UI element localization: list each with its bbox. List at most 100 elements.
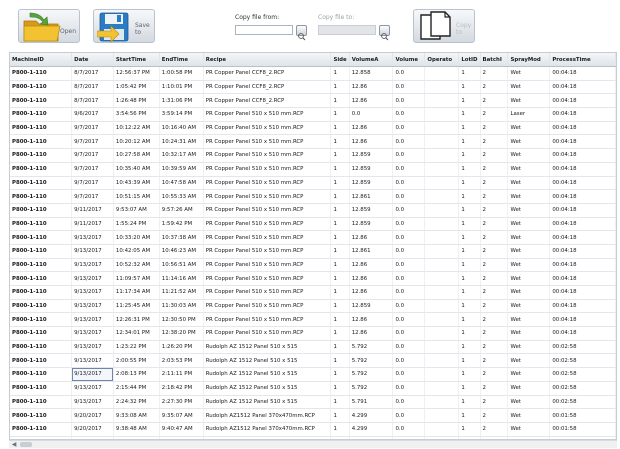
table-cell[interactable]: 12.86 bbox=[349, 230, 394, 245]
table-cell[interactable]: 1 bbox=[458, 230, 481, 245]
table-cell[interactable]: 9:33:08 AM bbox=[113, 408, 160, 423]
table-cell[interactable]: 00:04:18 bbox=[549, 230, 616, 245]
table-cell[interactable]: P800-1-110 bbox=[10, 148, 73, 163]
table-row[interactable]: P800-1-110 9/7/2017 10:51:15 AM 10:55:33 AM… bbox=[10, 189, 616, 204]
table-cell[interactable] bbox=[424, 162, 460, 177]
table-cell[interactable]: 1 bbox=[330, 148, 350, 163]
table-cell[interactable]: PR Copper Panel 510 x 510 mm.RCP bbox=[203, 203, 332, 218]
table-cell[interactable]: PR Copper Panel CCF8_2.RCP bbox=[203, 93, 332, 109]
table-cell[interactable]: 2 bbox=[480, 230, 509, 245]
table-cell[interactable]: 1 bbox=[330, 408, 350, 423]
table-row[interactable]: P800-1-110 9/6/2017 3:54:56 PM 3:59:14 PM PR… bbox=[10, 107, 616, 122]
table-cell[interactable]: 0.0 bbox=[392, 203, 426, 218]
table-cell[interactable]: 1 bbox=[458, 148, 481, 163]
table-cell[interactable]: 1 bbox=[330, 121, 350, 136]
table-cell[interactable]: 12.859 bbox=[349, 148, 394, 163]
table-cell[interactable]: 0.0 bbox=[392, 162, 426, 177]
table-cell[interactable]: 1 bbox=[458, 93, 481, 109]
table-cell[interactable]: 12.859 bbox=[349, 203, 394, 218]
table-cell[interactable]: Wet bbox=[507, 189, 551, 204]
table-cell[interactable]: Wet bbox=[507, 299, 551, 314]
table-cell[interactable]: 1 bbox=[458, 285, 481, 300]
table-cell[interactable]: 9/13/2017 bbox=[71, 326, 114, 341]
table-cell[interactable]: 11:09:57 AM bbox=[113, 271, 160, 286]
table-cell[interactable]: P800-1-110 bbox=[10, 299, 73, 314]
table-cell[interactable]: 10:56:51 AM bbox=[159, 258, 204, 273]
table-cell[interactable]: 10:39:59 AM bbox=[159, 162, 204, 177]
table-cell[interactable]: 10:55:33 AM bbox=[159, 189, 204, 204]
horizontal-scrollbar[interactable]: ◀ bbox=[9, 440, 617, 448]
table-row[interactable]: P800-1-110 9/13/2017 11:25:45 AM 11:30:03 A… bbox=[10, 299, 616, 314]
table-cell[interactable]: 0.0 bbox=[392, 285, 426, 300]
table-cell[interactable] bbox=[424, 203, 460, 218]
table-cell[interactable]: PR Copper Panel 510 x 510 mm.RCP bbox=[203, 148, 332, 163]
table-cell[interactable] bbox=[424, 367, 460, 382]
table-cell[interactable]: 12.859 bbox=[349, 217, 394, 232]
table-row[interactable]: P800-1-110 9/11/2017 9:53:07 AM 9:57:26 AM P… bbox=[10, 203, 616, 218]
table-cell[interactable]: 1 bbox=[330, 395, 350, 410]
table-row[interactable]: P800-1-110 9/7/2017 10:20:12 AM 10:24:31 AM… bbox=[10, 134, 616, 150]
table-cell[interactable]: PR Copper Panel 510 x 510 mm.RCP bbox=[203, 189, 332, 204]
table-cell[interactable]: P800-1-110 bbox=[10, 121, 73, 136]
table-cell[interactable]: Laser bbox=[507, 107, 551, 122]
table-cell[interactable]: 2:15:44 PM bbox=[113, 381, 160, 396]
table-cell[interactable]: Wet bbox=[507, 162, 551, 177]
table-cell[interactable]: 2 bbox=[480, 148, 509, 163]
table-cell[interactable]: 2 bbox=[480, 258, 509, 273]
table-cell[interactable]: PR Copper Panel 510 x 510 mm.RCP bbox=[203, 107, 332, 122]
table-cell[interactable]: 00:04:18 bbox=[549, 148, 616, 163]
table-cell[interactable]: 12.86 bbox=[349, 121, 394, 136]
table-cell[interactable]: 10:37:38 AM bbox=[159, 230, 204, 245]
table-cell[interactable]: P800-1-110 bbox=[10, 258, 73, 273]
table-cell[interactable]: 00:04:18 bbox=[549, 299, 616, 314]
table-cell[interactable]: 9/20/2017 bbox=[71, 422, 114, 437]
table-cell[interactable]: 00:04:18 bbox=[549, 271, 616, 286]
table-cell[interactable]: 5.792 bbox=[349, 353, 394, 369]
table-cell[interactable]: 9/7/2017 bbox=[71, 162, 114, 177]
table-cell[interactable]: 10:33:20 AM bbox=[113, 230, 160, 245]
table-cell[interactable] bbox=[424, 353, 460, 369]
table-cell[interactable]: 12.859 bbox=[349, 162, 394, 177]
table-cell[interactable]: 1 bbox=[458, 381, 481, 396]
table-cell[interactable]: 12.86 bbox=[349, 271, 394, 286]
table-cell[interactable]: 1 bbox=[330, 312, 350, 328]
table-cell[interactable] bbox=[424, 271, 460, 286]
table-cell[interactable]: P800-1-110 bbox=[10, 326, 73, 341]
table-cell[interactable]: 5.792 bbox=[349, 381, 394, 396]
table-row[interactable]: P800-1-110 9/7/2017 10:12:22 AM 10:16:40 AM… bbox=[10, 121, 616, 136]
table-cell[interactable]: Rudolph AZ1512 Panel 370x470mm.RCP bbox=[203, 408, 332, 423]
table-cell[interactable]: 9/13/2017 bbox=[71, 299, 114, 314]
table-cell[interactable]: 00:02:58 bbox=[549, 395, 616, 410]
table-cell[interactable]: Wet bbox=[507, 271, 551, 286]
table-cell[interactable]: 1 bbox=[458, 176, 481, 191]
table-cell[interactable]: 1 bbox=[330, 230, 350, 245]
table-cell[interactable] bbox=[424, 121, 460, 136]
table-cell[interactable]: Rudolph AZ 1512 Panel 510 x 515 bbox=[203, 395, 332, 410]
table-cell[interactable]: 12.86 bbox=[349, 80, 394, 95]
table-row[interactable]: P800-1-110 9/20/2017 9:38:48 AM 9:40:47 AM R… bbox=[10, 422, 616, 437]
table-cell[interactable]: 1 bbox=[330, 80, 350, 95]
table-cell[interactable]: Wet bbox=[507, 381, 551, 396]
table-cell[interactable]: 1 bbox=[458, 217, 481, 232]
table-cell[interactable] bbox=[424, 422, 460, 437]
table-cell[interactable]: 1:26:20 PM bbox=[159, 340, 204, 355]
table-cell[interactable]: 8/7/2017 bbox=[71, 93, 114, 109]
table-cell[interactable]: 00:04:18 bbox=[549, 134, 616, 150]
table-cell[interactable]: 3:54:56 PM bbox=[113, 107, 160, 122]
table-cell[interactable]: 2 bbox=[480, 134, 509, 150]
table-cell[interactable]: Wet bbox=[507, 340, 551, 355]
table-cell[interactable]: 1 bbox=[458, 162, 481, 177]
table-cell[interactable] bbox=[424, 176, 460, 191]
table-cell[interactable]: Wet bbox=[507, 395, 551, 410]
table-cell[interactable]: Rudolph AZ 1512 Panel 510 x 515 bbox=[203, 353, 332, 369]
table-cell[interactable]: 1 bbox=[458, 312, 481, 328]
table-cell[interactable]: 0.0 bbox=[392, 299, 426, 314]
table-cell[interactable]: 00:02:58 bbox=[549, 353, 616, 369]
table-cell[interactable]: 0.0 bbox=[392, 340, 426, 355]
table-cell[interactable]: 1 bbox=[458, 189, 481, 204]
table-cell[interactable] bbox=[424, 299, 460, 314]
table-cell[interactable]: 00:04:18 bbox=[549, 121, 616, 136]
table-cell[interactable]: 10:35:40 AM bbox=[113, 162, 160, 177]
table-cell[interactable]: 1 bbox=[330, 271, 350, 286]
table-cell[interactable]: 0.0 bbox=[392, 134, 426, 150]
